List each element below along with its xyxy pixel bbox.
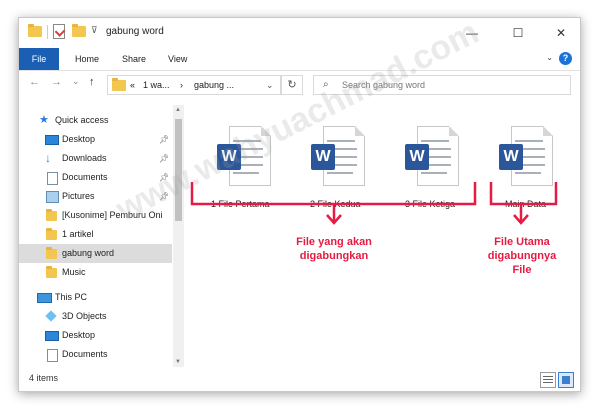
tab-share[interactable]: Share [122,48,146,70]
details-view-button[interactable] [540,372,556,388]
forward-button[interactable]: → [51,76,62,88]
download-icon: ↓ [45,151,51,165]
properties-icon[interactable] [53,24,66,39]
ribbon: File Home Share View ⌄ ? [19,48,580,71]
sidebar-item-label: Desktop [62,134,96,144]
annotation-main-file: File Utama digabungnya File [470,235,574,277]
file-item-4[interactable]: W [495,126,553,194]
star-icon: ★ [39,114,49,126]
scroll-down-icon[interactable]: ▼ [175,359,181,365]
status-bar: 4 items [19,368,580,391]
file-name-4[interactable]: Main Data [505,199,546,209]
file-name-1[interactable]: 1 File Pertama [211,199,270,209]
sidebar-item-desktop-pc[interactable]: Desktop [19,326,172,345]
back-button[interactable]: ← [29,76,40,88]
tab-file[interactable]: File [19,48,59,70]
breadcrumb-gabung[interactable]: gabung ... [194,76,234,94]
sidebar-item-label: Music [62,267,86,277]
desktop-icon [45,331,59,341]
navigation-bar: ← → ⌄ ↑ « 1 wa... › gabung ... ⌄ ↻ ⌕ Sea… [19,71,580,98]
sidebar-item-label: Downloads [62,153,107,163]
large-icons-view-button[interactable] [558,372,574,388]
breadcrumb-1-wa[interactable]: 1 wa... [143,76,170,94]
pin-icon[interactable]: 📌︎ [159,130,169,149]
annotation-line: File [512,264,532,276]
file-name-2[interactable]: 2 File Kedua [310,199,361,209]
annotation-line: File yang akan [296,236,372,248]
help-icon[interactable]: ? [559,52,572,65]
up-button[interactable]: ↑ [89,76,95,88]
sidebar-item-label: 1 artikel [62,229,94,239]
sidebar-item-label: Documents [62,172,108,182]
file-item-3[interactable]: W [401,126,459,194]
sidebar-item-label: gabung word [62,248,115,258]
refresh-button[interactable]: ↻ [281,75,303,95]
sidebar-item-label: Pictures [62,191,95,201]
tab-home[interactable]: Home [75,48,99,70]
word-logo-icon: W [499,144,523,170]
scroll-up-icon[interactable]: ▲ [175,107,181,113]
sidebar-item-downloads[interactable]: ↓ Downloads 📌︎ [19,149,172,168]
recent-locations-button[interactable]: ⌄ [72,76,80,87]
address-dropdown-icon[interactable]: ⌄ [266,76,274,94]
sidebar-item-gabung-word[interactable]: gabung word [19,244,172,263]
sidebar-item-documents-pc[interactable]: Documents [19,345,172,364]
word-logo-icon: W [405,144,429,170]
address-bar[interactable]: « 1 wa... › gabung ... ⌄ [107,75,281,95]
pictures-icon [46,191,59,203]
new-folder-icon[interactable] [72,24,86,37]
maximize-button[interactable]: ☐ [503,22,533,44]
window-title: gabung word [106,26,164,37]
sidebar-item-1-artikel[interactable]: 1 artikel [19,225,172,244]
annotation-line: digabungnya [487,250,557,262]
annotation-line: digabungkan [299,250,369,262]
documents-icon [47,349,58,362]
address-overflow[interactable]: « [130,76,135,94]
explorer-window: ⊽ gabung word — ☐ ✕ File Home Share View… [18,17,581,392]
folder-icon [46,228,57,240]
folder-icon [46,266,57,278]
sidebar-item-quick-access[interactable]: ★ Quick access [19,111,172,130]
sidebar-item-label: This PC [55,292,88,302]
close-button[interactable]: ✕ [546,22,576,44]
sidebar-item-3d-objects[interactable]: 3D Objects [19,307,172,326]
annotation-files-to-merge: File yang akan digabungkan [279,235,389,263]
folder-icon [46,247,57,259]
annotation-line: File Utama [494,236,550,248]
sidebar-item-label: Documents [62,349,108,359]
sidebar-item-label: 3D Objects [62,311,107,321]
file-item-2[interactable]: W [307,126,365,194]
desktop-icon [45,135,59,145]
word-logo-icon: W [311,144,335,170]
sidebar-item-music[interactable]: Music [19,263,172,282]
folder-icon [112,78,126,91]
breadcrumb-separator: › [180,80,183,90]
tab-view[interactable]: View [168,48,187,70]
expand-ribbon-icon[interactable]: ⌄ [546,53,553,62]
divider [47,25,48,39]
sidebar-item-label: Desktop [62,330,96,340]
sidebar-item-this-pc[interactable]: This PC [19,288,172,307]
documents-icon [47,172,58,185]
item-count: 4 items [29,373,59,383]
cube-icon [45,310,57,322]
navigation-pane: ★ Quick access Desktop 📌︎ ↓ Downloads 📌︎… [19,105,184,367]
file-name-3[interactable]: 3 File Ketiga [405,199,455,209]
sidebar-scrollbar[interactable]: ▲ ▼ [173,105,184,367]
title-bar: ⊽ gabung word — ☐ ✕ [19,18,580,48]
folder-icon [28,24,42,37]
customize-toolbar-icon[interactable]: ⊽ [91,25,98,36]
folder-icon [46,209,57,221]
sidebar-item-label: Quick access [55,115,109,125]
computer-icon [37,293,52,303]
sidebar-item-desktop[interactable]: Desktop 📌︎ [19,130,172,149]
